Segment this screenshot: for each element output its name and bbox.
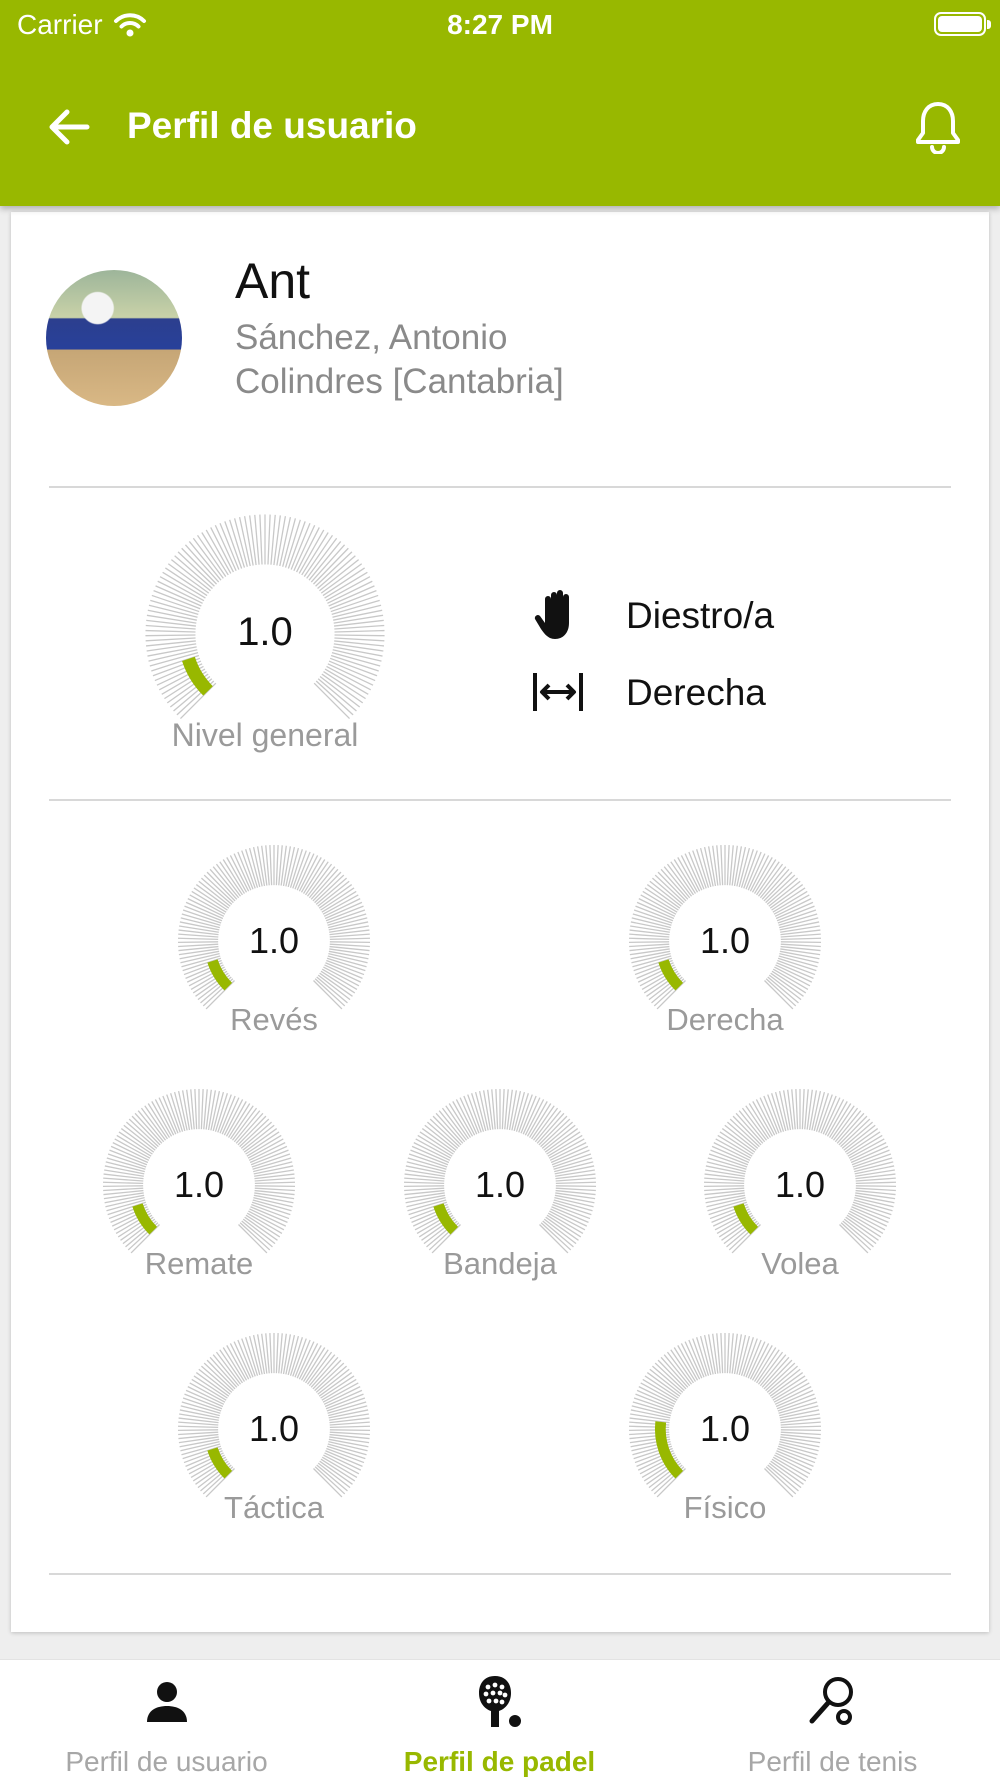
gauge-tick (325, 1393, 364, 1410)
gauge-tick (109, 1149, 148, 1166)
overall-level-gauge: 1.0 Nivel general (143, 512, 387, 756)
username: Ant (235, 253, 311, 309)
gauge-tick (251, 1203, 290, 1220)
notifications-button[interactable] (906, 95, 970, 159)
profile-card (11, 212, 989, 1632)
skill-value: 1.0 (699, 920, 751, 961)
gauge-tick (275, 1333, 279, 1374)
overall-level-value: 1.0 (237, 610, 293, 654)
gauge-tick (153, 590, 201, 610)
tennis-racket-icon (809, 1677, 853, 1725)
gauge-tick (710, 1149, 749, 1166)
gauge-tick (552, 1203, 591, 1220)
skill-gauge-remate: 1.0 Remate (101, 1087, 297, 1283)
skill-gauge-derecha: 1.0 Derecha (627, 843, 823, 1039)
clock: 8:27 PM (447, 9, 553, 40)
skill-value: 1.0 (173, 1164, 225, 1205)
gauge-tick (777, 1447, 816, 1464)
tab-user-profile[interactable]: Perfil de usuario (0, 1660, 333, 1779)
padel-racket-icon (478, 1676, 521, 1727)
skill-gauge-volea: 1.0 Volea (702, 1087, 898, 1283)
gauge-tick (275, 845, 279, 886)
gauge-tick (326, 959, 365, 976)
gauge-tick (219, 522, 240, 570)
gauge-tick (329, 590, 377, 610)
court-side: Derecha (530, 662, 766, 722)
court-side-label: Derecha (626, 672, 766, 713)
page-title: Perfil de usuario (127, 105, 417, 146)
tab-tennis-profile[interactable]: Perfil de tenis (666, 1660, 999, 1779)
skill-label: Bandeja (443, 1246, 557, 1281)
gauge-tick (269, 1333, 273, 1374)
gauge-tick (184, 905, 223, 922)
full-name: Sánchez, Antonio (235, 318, 508, 357)
tab-label: Perfil de tenis (747, 1746, 918, 1777)
divider (49, 1573, 951, 1575)
gauge-tick (184, 1393, 223, 1410)
skill-label: Físico (683, 1490, 767, 1525)
gauge-tick (720, 1333, 724, 1374)
battery-icon (934, 12, 991, 36)
gauge-tick (267, 514, 271, 565)
skill-label: Revés (230, 1002, 318, 1037)
skill-value: 1.0 (474, 1164, 526, 1205)
gauge-tick (325, 905, 364, 922)
gauge-tick (795, 1089, 799, 1130)
gauge-tick (726, 1333, 730, 1374)
skill-value: 1.0 (774, 1164, 826, 1205)
divider (49, 486, 951, 488)
dominant-hand: Diestro/a (530, 585, 774, 645)
gauge-tick (194, 1089, 198, 1130)
bell-icon (916, 102, 960, 154)
person-icon (146, 1682, 187, 1722)
gauge-tick (551, 1149, 590, 1166)
gauge-tick (852, 1203, 891, 1220)
gauge-tick (635, 1393, 674, 1410)
gauge-tick (776, 905, 815, 922)
skill-label: Remate (144, 1246, 254, 1281)
gauge-tick (410, 1149, 449, 1166)
skill-value: 1.0 (699, 1408, 751, 1449)
app-header: Carrier 8:27 PM Perfil de usuario (0, 0, 1000, 206)
gauge-tick (726, 845, 730, 886)
gauge-tick (801, 1089, 805, 1130)
gauge-tick (200, 1089, 204, 1130)
hand-icon (534, 590, 569, 639)
gauge-tick (326, 1447, 365, 1464)
location: Colindres [Cantabria] (235, 362, 564, 401)
gauge-tick (269, 845, 273, 886)
gauge-tick (495, 1089, 499, 1130)
back-button[interactable] (40, 98, 98, 156)
divider (49, 799, 951, 801)
skill-gauge-reves: 1.0 Revés (176, 843, 372, 1039)
gauge-tick (776, 1393, 815, 1410)
avatar (46, 270, 182, 406)
court-side-icon (533, 673, 583, 711)
skill-label: Volea (761, 1246, 839, 1281)
tab-label: Perfil de usuario (65, 1746, 268, 1777)
dominant-hand-label: Diestro/a (626, 595, 775, 636)
gauge-tick (635, 905, 674, 922)
gauge-tick (290, 522, 311, 570)
tab-label: Perfil de padel (403, 1746, 596, 1777)
tab-padel-profile[interactable]: Perfil de padel (333, 1660, 666, 1779)
gauge-tick (720, 845, 724, 886)
bottom-tab-bar: Perfil de usuario Perfil de padel Perfil… (0, 1659, 1000, 1779)
skill-gauge-bandeja: 1.0 Bandeja (402, 1087, 598, 1283)
skill-gauge-fisico: 1.0 Físico (627, 1331, 823, 1527)
status-bar: Carrier 8:27 PM (0, 0, 1000, 52)
skill-value: 1.0 (248, 920, 300, 961)
arrow-left-icon (49, 109, 90, 145)
skill-label: Derecha (666, 1002, 784, 1037)
skill-gauge-tactica: 1.0 Táctica (176, 1331, 372, 1527)
gauge-tick (851, 1149, 890, 1166)
skill-value: 1.0 (248, 1408, 300, 1449)
overall-level-label: Nivel general (171, 717, 359, 753)
gauge-tick (259, 514, 263, 565)
gauge-tick (329, 657, 378, 677)
skill-label: Táctica (224, 1490, 324, 1525)
gauge-tick (250, 1149, 289, 1166)
gauge-tick (501, 1089, 505, 1130)
gauge-tick (777, 959, 816, 976)
